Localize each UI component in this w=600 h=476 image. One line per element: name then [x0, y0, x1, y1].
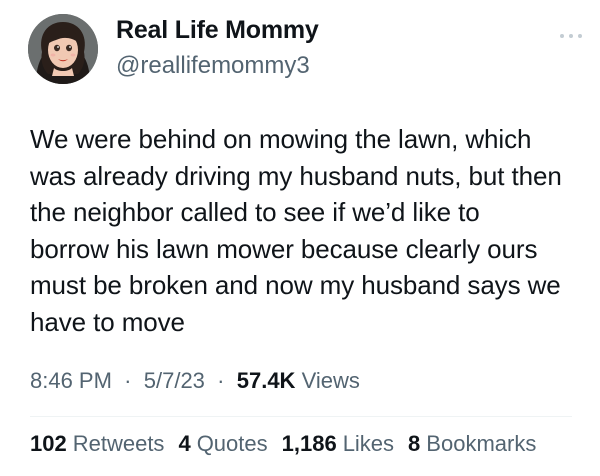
- divider: [30, 416, 572, 417]
- avatar[interactable]: [28, 14, 98, 84]
- more-dot: [578, 34, 582, 38]
- author-handle[interactable]: @reallifemommy3: [116, 52, 310, 80]
- views-label[interactable]: Views: [302, 368, 360, 393]
- quotes-stat[interactable]: 4 Quotes: [178, 431, 267, 457]
- tweet-metadata: 8:46 PM · 5/7/23 · 57.4K Views: [30, 368, 360, 394]
- author-name[interactable]: Real Life Mommy: [116, 16, 319, 45]
- more-horizontal-icon[interactable]: [560, 32, 582, 40]
- meta-separator: ·: [211, 368, 231, 393]
- retweets-stat[interactable]: 102 Retweets: [30, 431, 164, 457]
- meta-separator: ·: [118, 368, 138, 393]
- tweet-time[interactable]: 8:46 PM: [30, 368, 112, 393]
- tweet-card: Real Life Mommy @reallifemommy3 We were …: [0, 0, 600, 476]
- quotes-label: Quotes: [196, 431, 268, 456]
- retweets-label: Retweets: [72, 431, 165, 456]
- quotes-count: 4: [178, 431, 191, 456]
- bookmarks-count: 8: [408, 431, 421, 456]
- tweet-date[interactable]: 5/7/23: [144, 368, 205, 393]
- likes-stat[interactable]: 1,186 Likes: [282, 431, 394, 457]
- more-dot: [560, 34, 564, 38]
- retweets-count: 102: [30, 431, 67, 456]
- likes-count: 1,186: [281, 431, 337, 456]
- engagement-stats: 102 Retweets 4 Quotes 1,186 Likes 8 Bookmark…: [30, 431, 536, 457]
- tweet-text: We were behind on mowing the lawn, which…: [30, 124, 562, 337]
- views-count[interactable]: 57.4K: [237, 368, 296, 393]
- likes-label: Likes: [342, 431, 395, 456]
- more-dot: [569, 34, 573, 38]
- avatar-illustration: [28, 14, 98, 84]
- bookmarks-stat[interactable]: 8 Bookmarks: [408, 431, 536, 457]
- bookmarks-label: Bookmarks: [426, 431, 537, 456]
